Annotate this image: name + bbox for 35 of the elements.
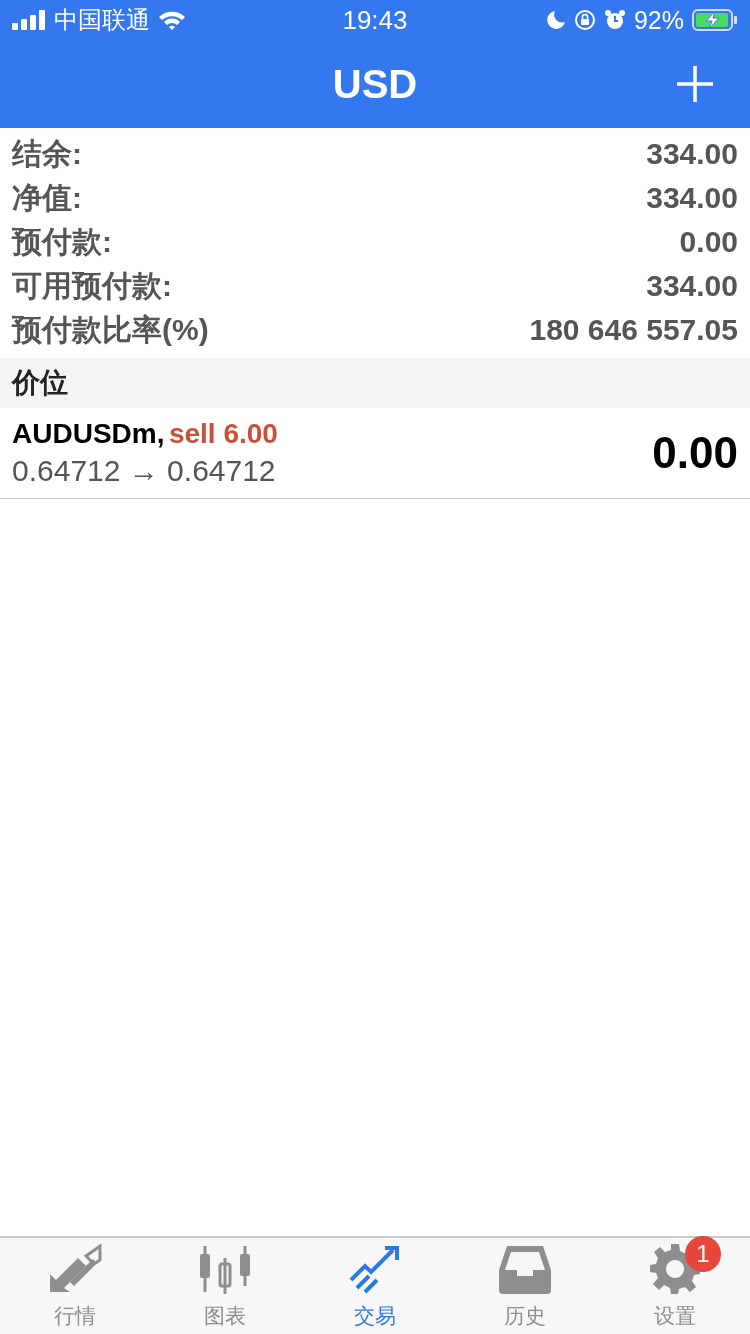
tab-bar-item[interactable]: 图表	[150, 1238, 300, 1334]
add-icon[interactable]	[676, 65, 714, 103]
summary-label: 预付款比率(%)	[12, 311, 209, 348]
rotation-lock-icon	[573, 9, 596, 31]
position-prices: 0.64712 → 0.64712	[12, 454, 277, 488]
trend-arrow-icon	[349, 1244, 401, 1294]
summary-value: 334.00	[646, 137, 738, 171]
diagonal-arrows-icon	[48, 1244, 102, 1294]
battery-percent: 92%	[633, 5, 684, 35]
summary-label: 结余:	[12, 135, 82, 172]
summary-value: 334.00	[646, 181, 738, 215]
section-header: 价位	[0, 358, 750, 408]
header-title: USD	[332, 61, 418, 107]
summary-label: 预付款:	[12, 223, 112, 260]
position-side: sell 6.00	[168, 418, 278, 449]
moon-icon	[545, 10, 566, 30]
summary-value: 334.00	[646, 269, 738, 303]
notification-badge: 1	[685, 1236, 721, 1272]
summary-label: 净值:	[12, 179, 82, 216]
candlestick-icon	[199, 1244, 251, 1294]
inbox-icon	[499, 1244, 551, 1294]
clock-time: 19:43	[341, 4, 409, 36]
summary-label: 可用预付款:	[12, 267, 172, 304]
wifi-icon	[158, 10, 186, 30]
tab-bar-item[interactable]: 历史	[450, 1238, 600, 1334]
carrier-name: 中国联通	[54, 5, 150, 35]
summary-value: 0.00	[679, 225, 738, 259]
alarm-icon	[603, 9, 626, 31]
position-profit: 0.00	[652, 428, 738, 478]
tab-bar-item[interactable]: 交易	[300, 1238, 450, 1334]
signal-icon	[12, 10, 46, 30]
tab-bar-item[interactable]: 行情	[0, 1238, 150, 1334]
tab-bar-item[interactable]: 1 设置	[600, 1238, 750, 1334]
position-symbol: AUDUSDm,	[12, 418, 165, 449]
summary-value: 180 646 557.05	[529, 313, 738, 347]
